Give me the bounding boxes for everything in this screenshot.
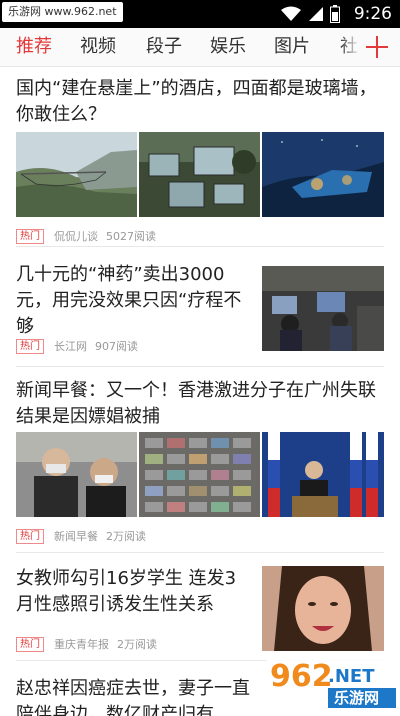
hot-badge: 热门 xyxy=(16,636,44,652)
article-card[interactable]: 几十元的“神药”卖出3000元，用完没效果只因“疗程不够 热门 长江网 907阅… xyxy=(16,262,384,362)
logo-sub-text: 乐游网 xyxy=(334,689,379,707)
hot-badge: 热门 xyxy=(16,528,44,544)
tab-entertainment[interactable]: 娱乐 xyxy=(210,28,246,66)
article-reads: 5027阅读 xyxy=(106,230,156,243)
logo-suffix-text: .NET xyxy=(328,666,375,687)
article-title: 新闻早餐：又一个！香港激进分子在广州失联 结果是因嫖娼被捕 xyxy=(16,380,376,427)
thumbnail-podium-flags xyxy=(262,432,384,517)
article-reads: 2万阅读 xyxy=(106,530,146,543)
thumbnail-glass-hotel xyxy=(139,132,260,217)
tab-pictures[interactable]: 图片 xyxy=(274,28,310,66)
tab-recommend[interactable]: 推荐 xyxy=(16,28,52,66)
divider xyxy=(16,246,384,247)
thumbnail-office xyxy=(262,266,384,351)
status-bar: 乐游网 www.962.net 9:26 xyxy=(0,0,400,28)
clock: 9:26 xyxy=(353,4,392,24)
article-title: 女教师勾引16岁学生 连发3月性感照引诱发生性关系 xyxy=(16,568,237,615)
article-meta: 热门 侃侃儿谈 5027阅读 xyxy=(16,228,156,244)
tab-fade xyxy=(340,28,360,66)
tab-jokes[interactable]: 段子 xyxy=(146,28,182,66)
thumbnail-masked-people xyxy=(16,432,137,517)
hot-badge: 热门 xyxy=(16,228,44,244)
article-title: 几十元的“神药”卖出3000元，用完没效果只因“疗程不够 xyxy=(16,264,242,337)
divider xyxy=(16,366,384,367)
tab-video[interactable]: 视频 xyxy=(80,28,116,66)
divider xyxy=(16,552,384,553)
article-source: 重庆青年报 xyxy=(54,638,109,651)
article-source: 新闻早餐 xyxy=(54,530,98,543)
thumbnail-night-hotel xyxy=(262,132,384,217)
logo-main-text: 962 xyxy=(270,659,333,694)
article-card[interactable]: 新闻早餐：又一个！香港激进分子在广州失联 结果是因嫖娼被捕 热门 新闻早餐 2万… xyxy=(16,378,384,544)
article-card[interactable]: 女教师勾引16岁学生 连发3月性感照引诱发生性关系 热门 重庆青年报 2万阅读 xyxy=(16,566,384,666)
article-title: 赵忠祥因癌症去世，妻子一直陪伴身边，数亿财产归有 xyxy=(16,678,250,716)
thumbnail-id-cards xyxy=(139,432,260,517)
battery-icon xyxy=(330,5,340,23)
article-meta: 热门 长江网 907阅读 xyxy=(16,338,138,354)
article-meta: 热门 重庆青年报 2万阅读 xyxy=(16,636,157,652)
add-channel-icon[interactable] xyxy=(364,32,390,62)
article-source: 长江网 xyxy=(54,340,87,353)
signal-icon xyxy=(309,7,323,21)
wifi-icon xyxy=(281,6,301,21)
article-card[interactable]: 国内“建在悬崖上”的酒店，四面都是玻璃墙，你敢住么？ 热门 侃侃儿谈 5027阅… xyxy=(16,76,384,244)
article-title: 国内“建在悬崖上”的酒店，四面都是玻璃墙，你敢住么？ xyxy=(16,78,377,125)
thumbnail-portrait xyxy=(262,566,384,651)
category-tab-bar: 推荐 视频 段子 娱乐 图片 社 xyxy=(0,28,400,67)
status-icons xyxy=(280,5,340,23)
site-watermark-logo: 962 .NET 乐游网 xyxy=(266,652,400,710)
thumbnail-cliff-bridge xyxy=(16,132,137,217)
article-source: 侃侃儿谈 xyxy=(54,230,98,243)
article-reads: 907阅读 xyxy=(95,340,138,353)
hot-badge: 热门 xyxy=(16,338,44,354)
article-meta: 热门 新闻早餐 2万阅读 xyxy=(16,528,146,544)
watermark-label: 乐游网 www.962.net xyxy=(2,2,123,22)
article-reads: 2万阅读 xyxy=(117,638,157,651)
